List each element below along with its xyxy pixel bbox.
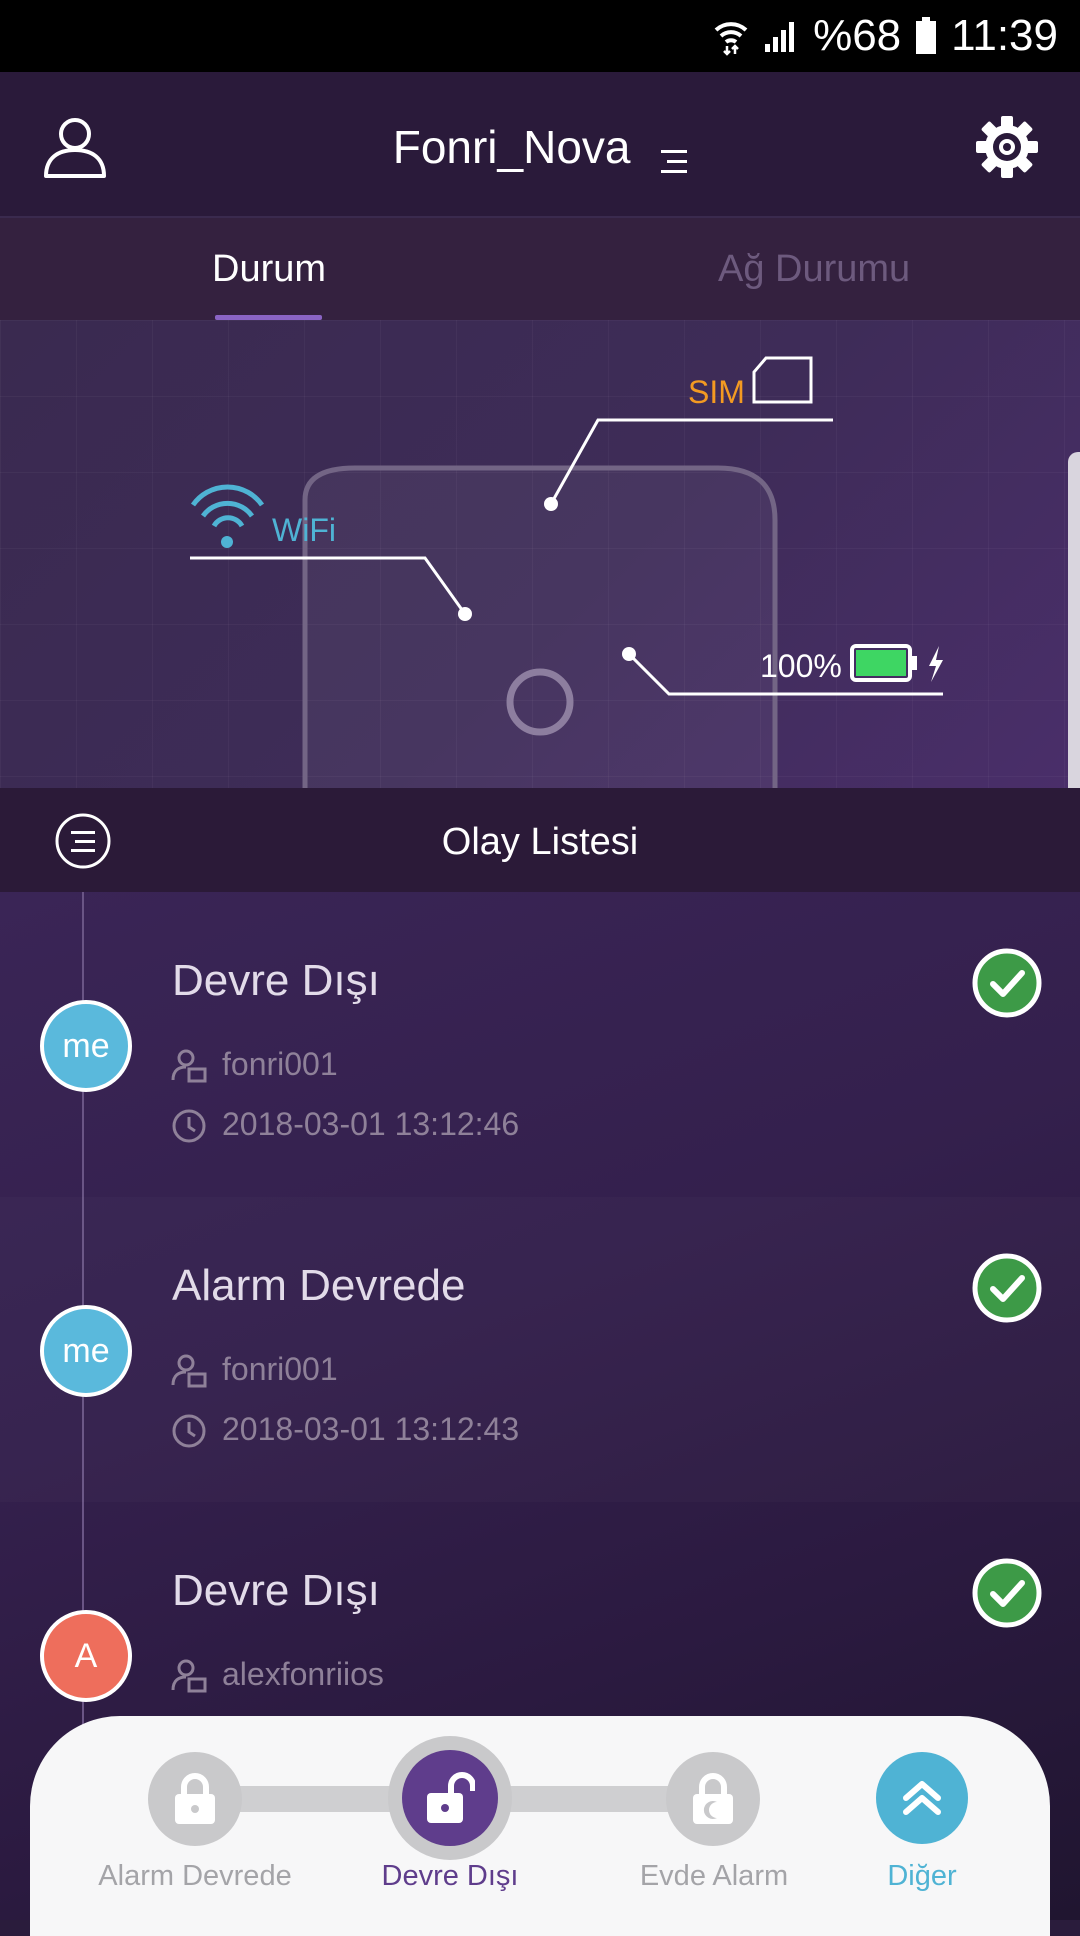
wifi-connector-dot — [458, 607, 472, 621]
more-label: Diğer — [887, 1860, 957, 1892]
clock: 11:39 — [951, 11, 1058, 60]
device-title: Fonri_Nova — [392, 120, 631, 173]
event-name: Devre Dışı — [172, 956, 380, 1005]
wifi-icon — [714, 22, 748, 56]
event-item[interactable]: me Devre Dışı fonri001 2018-03-01 13:12:… — [0, 892, 1080, 1197]
tab-bar: Durum Ağ Durumu — [0, 218, 1080, 320]
event-item[interactable]: me Alarm Devrede fonri001 2018-03-01 13:… — [0, 1197, 1080, 1502]
disarm-label: Devre Dışı — [381, 1860, 519, 1892]
check-circle-icon — [972, 1558, 1042, 1628]
battery-level-icon — [850, 644, 917, 682]
arm-mode-bar: Alarm Devrede Devre Dışı Evde Alarm Diğe… — [30, 1716, 1050, 1936]
arm-button[interactable] — [148, 1752, 242, 1846]
user-device-icon — [171, 1049, 207, 1083]
sim-card-icon — [752, 356, 813, 404]
status-bar: %68 11:39 — [0, 0, 1080, 72]
home-arm-label: Evde Alarm — [639, 1860, 789, 1892]
check-circle-icon — [972, 948, 1042, 1018]
wifi-label: WiFi — [272, 512, 336, 548]
event-list-title: Olay Listesi — [441, 821, 639, 863]
avatar: me — [40, 1305, 132, 1397]
user-device-icon — [171, 1354, 207, 1388]
device-status-panel: WiFi SIM 100% — [0, 320, 1080, 788]
event-time: 2018-03-01 13:12:43 — [222, 1411, 520, 1447]
battery-percent: %68 — [813, 11, 902, 60]
event-name: Alarm Devrede — [172, 1261, 466, 1310]
clock-icon — [172, 1109, 206, 1143]
event-user: fonri001 — [222, 1046, 338, 1082]
signal-icon — [765, 22, 795, 52]
disarm-button[interactable] — [388, 1736, 512, 1860]
device-outline — [302, 465, 778, 788]
battery-icon — [916, 17, 937, 54]
home-arm-button[interactable] — [666, 1752, 760, 1846]
user-device-icon — [171, 1659, 207, 1693]
device-diagram — [190, 356, 943, 788]
charging-bolt-icon — [929, 646, 943, 682]
unlock-icon — [427, 1772, 475, 1823]
sim-connector-dot — [544, 497, 558, 511]
event-user: alexfonriios — [222, 1656, 384, 1692]
event-user: fonri001 — [222, 1351, 338, 1387]
app-header: Fonri_Nova — [0, 72, 1080, 218]
settings-gear-icon[interactable] — [972, 112, 1042, 182]
sim-label: SIM — [688, 374, 745, 410]
double-chevron-up-icon — [903, 1781, 941, 1815]
more-button[interactable] — [876, 1752, 968, 1844]
tab-ag-durumu[interactable]: Ağ Durumu — [718, 248, 910, 291]
device-list-icon — [661, 133, 688, 173]
lock-icon — [175, 1773, 215, 1824]
device-selector[interactable]: Fonri_Nova — [0, 116, 1080, 174]
avatar: A — [40, 1610, 132, 1702]
event-list-header: Olay Listesi — [0, 788, 1080, 892]
arm-label: Alarm Devrede — [98, 1860, 292, 1892]
event-time: 2018-03-01 13:12:46 — [222, 1106, 520, 1142]
side-drawer-handle[interactable] — [1068, 452, 1080, 807]
event-name: Devre Dışı — [172, 1566, 380, 1615]
avatar: me — [40, 1000, 132, 1092]
battery-connector-dot — [622, 647, 636, 661]
clock-icon — [172, 1414, 206, 1448]
battery-level-text: 100% — [760, 648, 842, 684]
wifi-signal-icon — [190, 484, 265, 528]
check-circle-icon — [972, 1253, 1042, 1323]
tab-durum[interactable]: Durum — [212, 248, 326, 291]
home-lock-icon — [693, 1773, 733, 1824]
